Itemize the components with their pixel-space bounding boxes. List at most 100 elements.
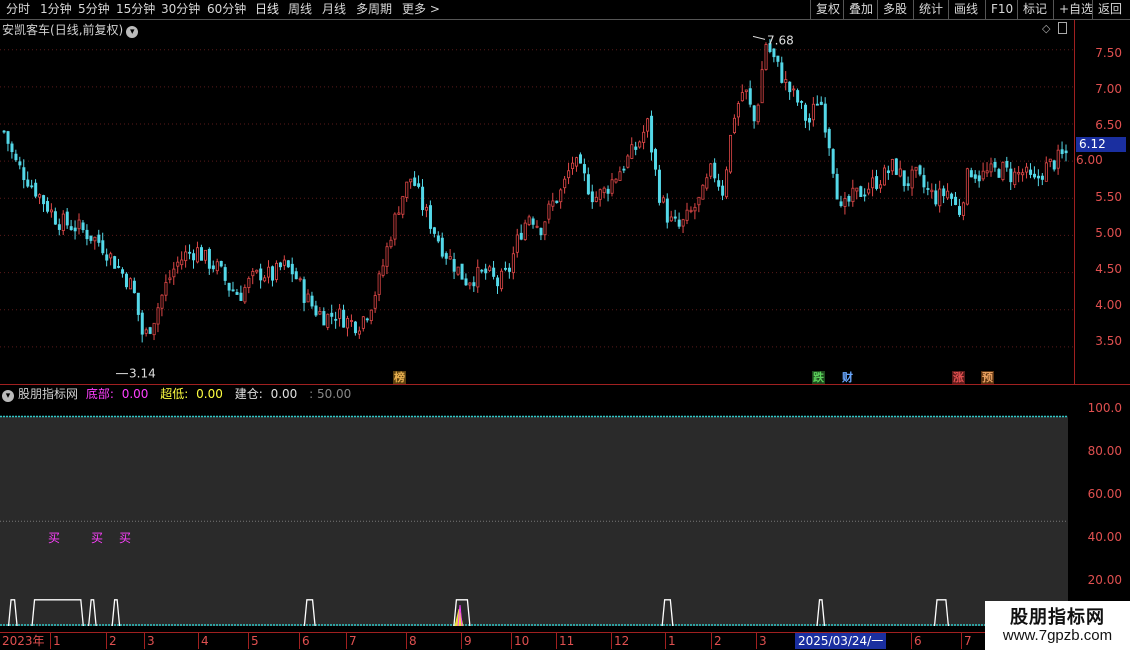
candle-body [184, 251, 188, 262]
candle-body [950, 193, 954, 199]
field-value: 0.00 [121, 387, 149, 401]
period-tab-monthly[interactable]: 月线 [322, 1, 346, 19]
period-tab-5min[interactable]: 5分钟 [78, 1, 110, 19]
candle-body [2, 130, 6, 133]
period-tab-1min[interactable]: 1分钟 [40, 1, 72, 19]
candle-body [831, 149, 835, 174]
candle-body [681, 219, 685, 227]
candle-body [1044, 162, 1048, 182]
period-tab-weekly[interactable]: 周线 [288, 1, 312, 19]
period-tab-15min[interactable]: 15分钟 [116, 1, 155, 19]
candle-body [65, 211, 69, 226]
indicator-axis: 100.0 80.00 60.00 40.00 20.00 [1076, 385, 1130, 632]
candle-body [460, 263, 464, 280]
candle-body [117, 266, 121, 268]
period-tab-fenshi[interactable]: 分时 [6, 1, 30, 19]
candle-body [207, 248, 211, 269]
candle-body [1048, 158, 1052, 162]
candle-body [425, 206, 429, 211]
candle-body [938, 188, 942, 207]
date-label: 2023年 [2, 634, 45, 648]
candle-body [890, 159, 894, 172]
candle-body [239, 292, 243, 301]
candle-body [981, 170, 985, 180]
candle-body [314, 305, 318, 316]
candle-body [468, 282, 472, 286]
candle-body [369, 309, 373, 322]
chevron-down-icon[interactable]: ▾ [2, 390, 14, 402]
candle-body [638, 141, 642, 148]
candle-body [985, 170, 989, 174]
f10-button[interactable]: F10 [985, 0, 1018, 20]
candle-body [310, 295, 314, 307]
candle-body [519, 232, 523, 240]
period-tab-multi[interactable]: 多周期 [356, 1, 392, 19]
candle-body [405, 181, 409, 198]
candle-body [602, 187, 606, 194]
back-button[interactable]: 返回 [1092, 0, 1127, 20]
event-marker-die[interactable]: 跌 [812, 371, 825, 384]
candle-body [567, 170, 571, 179]
candle-body [721, 185, 725, 196]
candle-body [480, 269, 484, 272]
candle-body [148, 327, 152, 334]
watermark-logo: 股朋指标网 www.7gpzb.com [985, 601, 1130, 650]
y-tick-label: 7.50 [1095, 46, 1122, 60]
period-tab-daily[interactable]: 日线 [255, 1, 279, 19]
event-marker-cai[interactable]: 财 [841, 371, 854, 384]
fuquan-button[interactable]: 复权 [810, 0, 845, 20]
watermark-url: www.7gpzb.com [1002, 627, 1113, 644]
candle-body [476, 266, 480, 288]
candle-body [156, 307, 160, 325]
candle-body [172, 268, 176, 278]
y-tick-label: 6.00 [1076, 153, 1103, 167]
candle-body [302, 279, 306, 303]
candle-body [579, 154, 583, 164]
indicator-name: 股朋指标网 [18, 387, 79, 401]
candle-body [109, 253, 113, 259]
stats-button[interactable]: 统计 [913, 0, 948, 20]
indicator-field-ultralow: 超低: 0.00 [160, 387, 227, 401]
candle-body [428, 205, 432, 229]
candle-body [46, 201, 50, 212]
candle-body [243, 287, 247, 303]
period-tab-60min[interactable]: 60分钟 [207, 1, 246, 19]
overlay-button[interactable]: 叠加 [843, 0, 878, 20]
candle-body [551, 200, 555, 207]
candle-body [815, 103, 819, 106]
label-button[interactable]: 标记 [1017, 0, 1052, 20]
event-marker-zhang[interactable]: 涨 [952, 371, 965, 384]
candle-body [701, 184, 705, 200]
candle-body [965, 168, 969, 205]
candle-body [586, 174, 590, 195]
candle-body [298, 278, 302, 281]
event-marker-yu[interactable]: 预 [981, 371, 994, 384]
candle-body [634, 146, 638, 150]
candle-body [132, 280, 136, 294]
candle-body [342, 309, 346, 328]
candle-body [559, 189, 563, 203]
period-tab-30min[interactable]: 30分钟 [161, 1, 200, 19]
draw-line-button[interactable]: 画线 [948, 0, 983, 20]
candle-body [235, 292, 239, 295]
date-label: 7 [346, 633, 357, 649]
candle-body [740, 92, 744, 102]
candle-body [128, 278, 132, 290]
y-tick-label: 6.50 [1095, 118, 1122, 132]
date-label: 9 [461, 633, 472, 649]
candle-body [614, 178, 618, 183]
candle-body [1033, 173, 1037, 178]
candle-body [1001, 161, 1005, 180]
candle-body [973, 174, 977, 179]
candle-body [942, 188, 946, 197]
candle-body [590, 191, 594, 203]
candle-body [413, 177, 417, 186]
candle-body [654, 149, 658, 170]
period-tab-more[interactable]: 更多 > [402, 1, 440, 19]
multi-stock-button[interactable]: 多股 [877, 0, 912, 20]
indicator-header: ▾ 股朋指标网 底部: 0.00 超低: 0.00 建仓: 0.00 : 50.0… [2, 386, 355, 402]
candle-body [176, 261, 180, 267]
candle-body [535, 225, 539, 228]
event-marker-bang[interactable]: 榜 [393, 371, 406, 384]
more-label: 更多 [402, 2, 427, 16]
